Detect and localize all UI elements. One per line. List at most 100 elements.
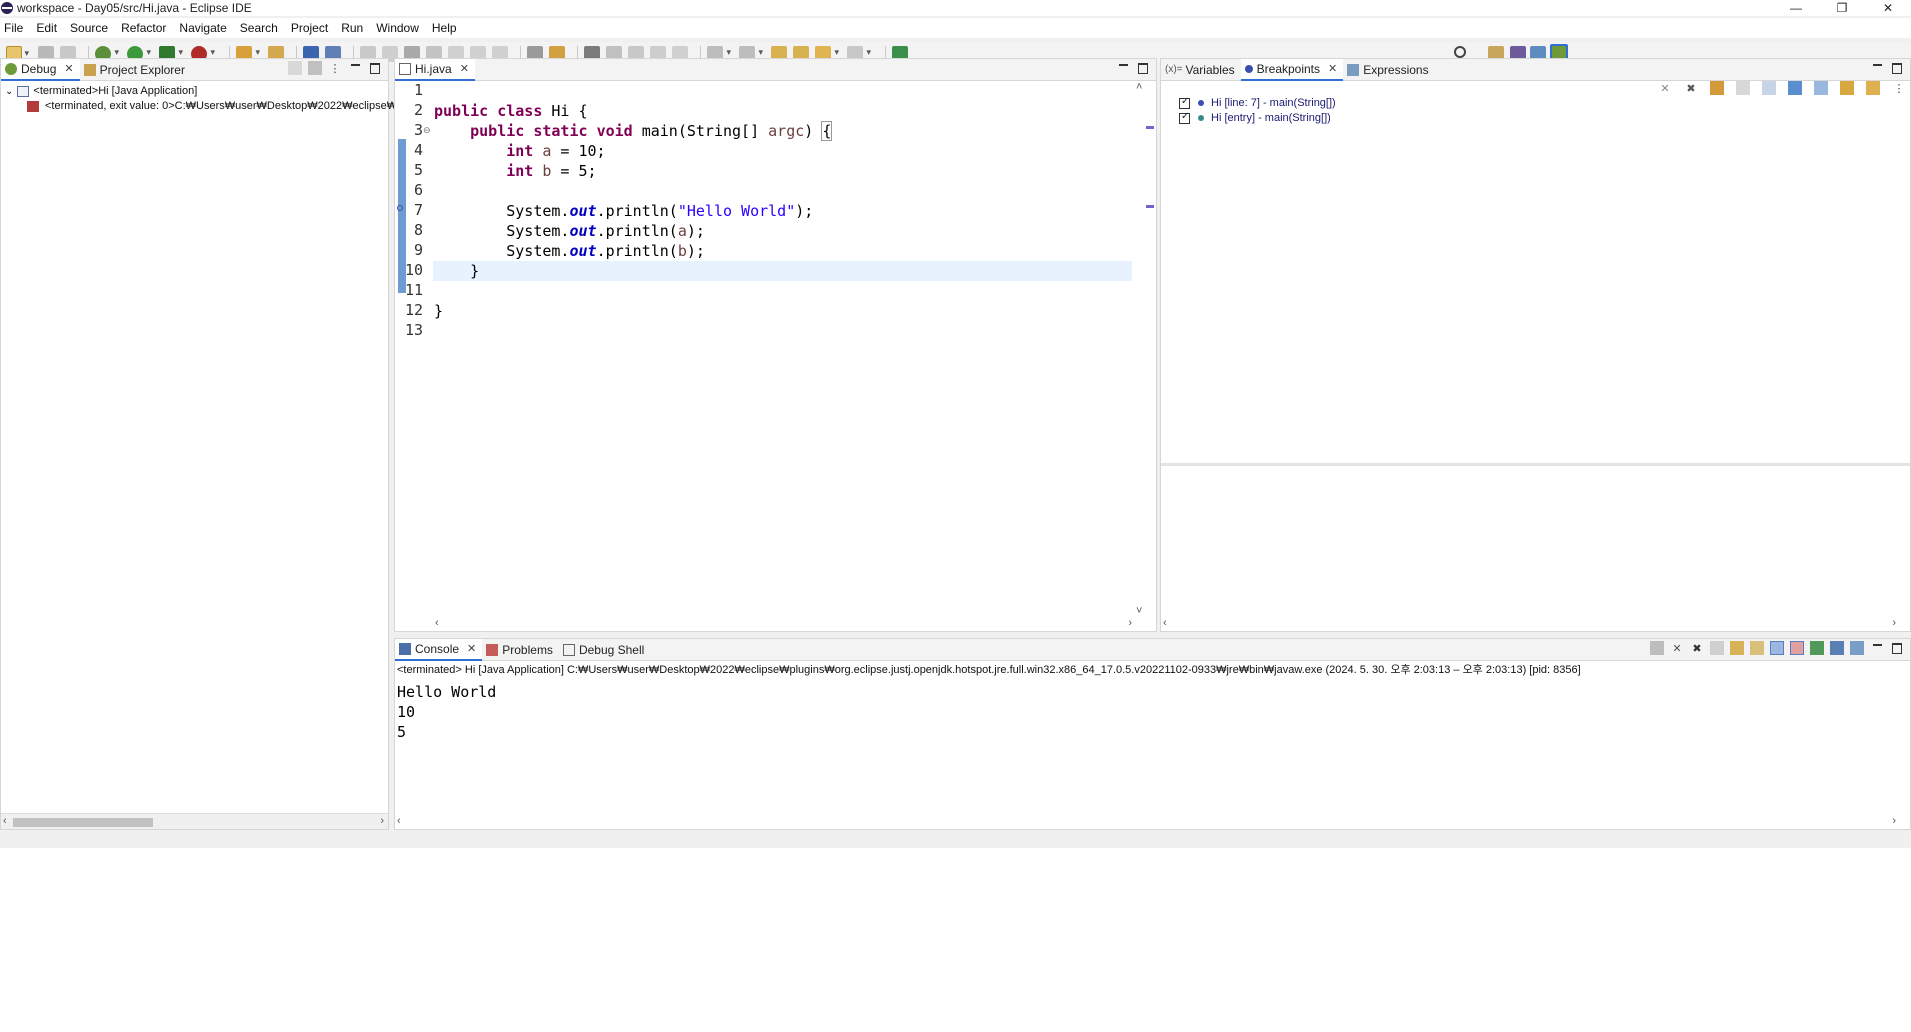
breakpoint-item[interactable]: Hi [line: 7] - main(String[]): [1179, 96, 1336, 109]
view-menu-icon[interactable]: ⋮: [1892, 81, 1906, 95]
breakpoint-icon[interactable]: [397, 205, 403, 211]
console-horizontal-scrollbar[interactable]: ‹ ›: [395, 815, 1910, 829]
debug-icon: [5, 62, 17, 75]
debug-shell-icon: [562, 643, 575, 656]
minimize-view-button[interactable]: [1116, 61, 1130, 75]
close-icon[interactable]: ✕: [1328, 62, 1337, 75]
detail-horizontal-scrollbar[interactable]: ‹ ›: [1161, 617, 1910, 631]
scroll-left-icon[interactable]: ‹: [435, 617, 439, 629]
tree-item-launch[interactable]: ⌄ <terminated>Hi [Java Application]: [5, 85, 197, 97]
show-on-stderr-icon[interactable]: [1790, 641, 1804, 655]
scroll-up-icon[interactable]: ˄: [1136, 81, 1142, 93]
skip-all-breakpoints-icon[interactable]: [1762, 81, 1776, 95]
menu-run[interactable]: Run: [341, 21, 370, 35]
fold-collapse-icon[interactable]: ⊖: [423, 125, 431, 136]
tree-item-process[interactable]: <terminated, exit value: 0>C:₩Users₩user…: [27, 100, 448, 112]
tab-expressions[interactable]: Expressions: [1343, 59, 1434, 81]
debug-horizontal-scrollbar[interactable]: ‹ ›: [1, 813, 388, 829]
editor-horizontal-scrollbar[interactable]: ‹ ›: [433, 617, 1132, 631]
editor-controls: [1110, 61, 1150, 75]
detail-pane-divider[interactable]: [1161, 463, 1910, 466]
tab-breakpoints[interactable]: Breakpoints ✕: [1240, 58, 1344, 81]
scroll-left-icon[interactable]: ‹: [397, 815, 401, 827]
word-wrap-icon[interactable]: [1750, 641, 1764, 655]
tab-project-explorer[interactable]: Project Explorer: [80, 59, 191, 81]
show-on-stdout-icon[interactable]: [1770, 641, 1784, 655]
search-icon[interactable]: [1454, 46, 1466, 58]
scroll-thumb[interactable]: [13, 818, 153, 827]
remove-all-terminated-icon[interactable]: ✖: [1690, 641, 1704, 655]
remove-all-terminated-icon[interactable]: [308, 61, 322, 75]
overview-ruler-marker[interactable]: [1146, 126, 1154, 129]
remove-breakpoint-icon[interactable]: ✕: [1658, 81, 1672, 95]
scroll-right-icon[interactable]: ›: [1892, 617, 1896, 629]
menu-project[interactable]: Project: [291, 21, 335, 35]
minimize-view-button[interactable]: [1870, 641, 1884, 655]
remove-all-breakpoints-icon[interactable]: ✖: [1684, 81, 1698, 95]
close-window-button[interactable]: ✕: [1865, 0, 1911, 16]
clear-console-icon[interactable]: [1710, 641, 1724, 655]
line-number-ruler[interactable]: 1 2 3 4 5 6 7 8 9 10 11 12 13 ⊖: [395, 81, 433, 617]
menu-file[interactable]: File: [4, 21, 30, 35]
maximize-view-button[interactable]: [1890, 61, 1904, 75]
maximize-view-button[interactable]: [368, 61, 382, 75]
scroll-right-icon[interactable]: ›: [380, 815, 384, 827]
view-menu-icon[interactable]: ⋮: [328, 61, 342, 75]
scroll-right-icon[interactable]: ›: [1128, 617, 1132, 629]
tab-debug-shell-label: Debug Shell: [578, 642, 645, 657]
close-icon[interactable]: ✕: [460, 62, 469, 75]
maximize-view-button[interactable]: [1136, 61, 1150, 75]
tab-hi-java[interactable]: Hi.java ✕: [395, 58, 475, 81]
tab-debug-shell[interactable]: Debug Shell: [559, 639, 650, 661]
breakpoint-item[interactable]: Hi [entry] - main(String[]): [1179, 111, 1331, 124]
menu-source[interactable]: Source: [70, 21, 115, 35]
tab-debug[interactable]: Debug ✕: [1, 58, 80, 81]
breakpoint-checkbox[interactable]: [1179, 96, 1190, 109]
minimize-window-button[interactable]: —: [1773, 0, 1819, 16]
scroll-down-icon[interactable]: ˅: [1136, 605, 1142, 617]
link-with-debug-view-icon[interactable]: [1840, 81, 1854, 95]
menu-search[interactable]: Search: [240, 21, 285, 35]
restore-window-button[interactable]: ❐: [1819, 0, 1865, 16]
scroll-lock-icon[interactable]: [1730, 641, 1744, 655]
breakpoint-checkbox[interactable]: [1179, 111, 1190, 124]
minimize-view-button[interactable]: [1870, 61, 1884, 75]
process-label: <terminated, exit value: 0>C:₩Users₩user…: [45, 100, 448, 112]
scroll-right-icon[interactable]: ›: [1892, 815, 1896, 827]
add-exception-breakpoint-icon[interactable]: [1866, 81, 1880, 95]
tab-problems[interactable]: Problems: [482, 639, 559, 661]
tab-console[interactable]: Console ✕: [395, 638, 483, 661]
tab-hi-java-label: Hi.java: [415, 61, 452, 76]
menu-refactor[interactable]: Refactor: [121, 21, 173, 35]
code-area[interactable]: public class Hi { public static void mai…: [433, 81, 1132, 617]
show-supported-breakpoints-icon[interactable]: [1710, 81, 1724, 95]
remove-terminated-icon[interactable]: [288, 61, 302, 75]
minimize-view-button[interactable]: [348, 61, 362, 75]
editor-vertical-scrollbar[interactable]: ˄ ˅: [1134, 81, 1146, 617]
collapse-all-icon[interactable]: [1814, 81, 1828, 95]
maximize-view-button[interactable]: [1890, 641, 1904, 655]
debug-view-controls: ⋮: [282, 61, 382, 75]
scroll-left-icon[interactable]: ‹: [1163, 617, 1167, 629]
open-console-icon[interactable]: [1850, 641, 1864, 655]
debug-view-tabbar: Debug ✕ Project Explorer ⋮: [1, 58, 388, 81]
go-to-file-icon[interactable]: [1736, 81, 1750, 95]
terminate-icon[interactable]: [1650, 641, 1664, 655]
overview-ruler-marker[interactable]: [1146, 205, 1154, 208]
terminated-process-icon: [27, 100, 39, 112]
menu-navigate[interactable]: Navigate: [179, 21, 233, 35]
tab-expressions-label: Expressions: [1363, 62, 1429, 77]
display-selected-console-icon[interactable]: [1830, 641, 1844, 655]
remove-launch-icon[interactable]: ✕: [1670, 641, 1684, 655]
scroll-left-icon[interactable]: ‹: [3, 815, 7, 827]
menu-window[interactable]: Window: [376, 21, 426, 35]
menu-edit[interactable]: Edit: [36, 21, 64, 35]
eclipse-logo-icon: [1, 2, 13, 14]
close-icon[interactable]: ✕: [467, 642, 476, 655]
menu-help[interactable]: Help: [432, 21, 464, 35]
close-icon[interactable]: ✕: [64, 62, 73, 75]
pin-console-icon[interactable]: [1810, 641, 1824, 655]
tab-variables[interactable]: (x)= Variables: [1161, 59, 1241, 81]
expand-chevron-icon[interactable]: ⌄: [5, 86, 13, 97]
expand-all-icon[interactable]: [1788, 81, 1802, 95]
